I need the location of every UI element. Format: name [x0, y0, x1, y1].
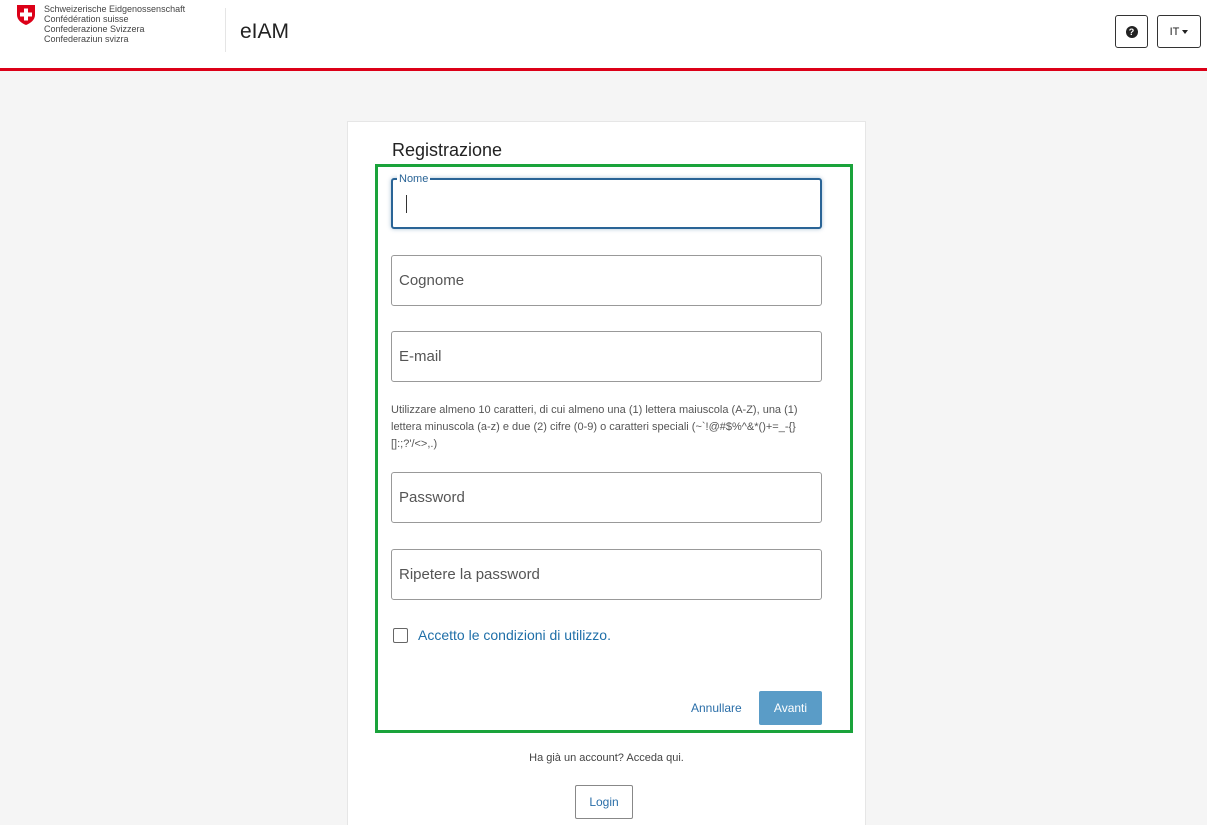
text-cursor	[406, 195, 407, 213]
federation-name-it: Confederazione Svizzera	[44, 24, 145, 34]
federation-name-fr: Confédération suisse	[44, 14, 129, 24]
federation-name-de: Schweizerische Eidgenossenschaft	[44, 4, 186, 14]
repeat-password-placeholder: Ripetere la password	[399, 566, 540, 583]
help-button[interactable]: ?	[1115, 15, 1148, 48]
question-circle-icon: ?	[1125, 25, 1138, 38]
federation-names: Schweizerische Eidgenossenschaft Confédé…	[44, 4, 185, 44]
last-name-field[interactable]: Cognome	[391, 255, 822, 306]
terms-checkbox[interactable]	[393, 627, 408, 643]
page-title: Registrazione	[392, 140, 503, 160]
next-button[interactable]: Avanti	[759, 691, 822, 725]
email-placeholder: E-mail	[399, 348, 442, 365]
cancel-button[interactable]: Annullare	[691, 701, 742, 715]
terms-row: Accetto le condizioni di utilizzo.	[393, 627, 611, 643]
have-account-text: Ha già un account? Acceda qui.	[529, 752, 684, 764]
last-name-placeholder: Cognome	[399, 272, 465, 289]
language-label: IT	[1169, 25, 1180, 38]
first-name-field[interactable]: Nome	[391, 173, 822, 229]
app-title: eIAM	[240, 20, 290, 43]
top-header: Schweizerische Eidgenossenschaft Confédé…	[0, 0, 1207, 71]
password-placeholder: Password	[399, 489, 465, 506]
caret-down-icon	[1182, 29, 1189, 34]
login-button[interactable]: Login	[575, 785, 633, 819]
swiss-confederation-logo: Schweizerische Eidgenossenschaft Confédé…	[16, 4, 185, 44]
terms-link[interactable]: Accetto le condizioni di utilizzo.	[418, 627, 611, 643]
language-selector[interactable]: IT	[1157, 15, 1201, 48]
repeat-password-field[interactable]: Ripetere la password	[391, 549, 822, 600]
swiss-cross-icon	[17, 5, 35, 25]
password-hint: Utilizzare almeno 10 caratteri, di cui a…	[391, 404, 798, 450]
header-divider	[225, 8, 226, 52]
password-field[interactable]: Password	[391, 472, 822, 523]
email-field[interactable]: E-mail	[391, 331, 822, 382]
first-name-label: Nome	[397, 173, 431, 185]
federation-name-rm: Confederaziun svizra	[44, 34, 129, 44]
